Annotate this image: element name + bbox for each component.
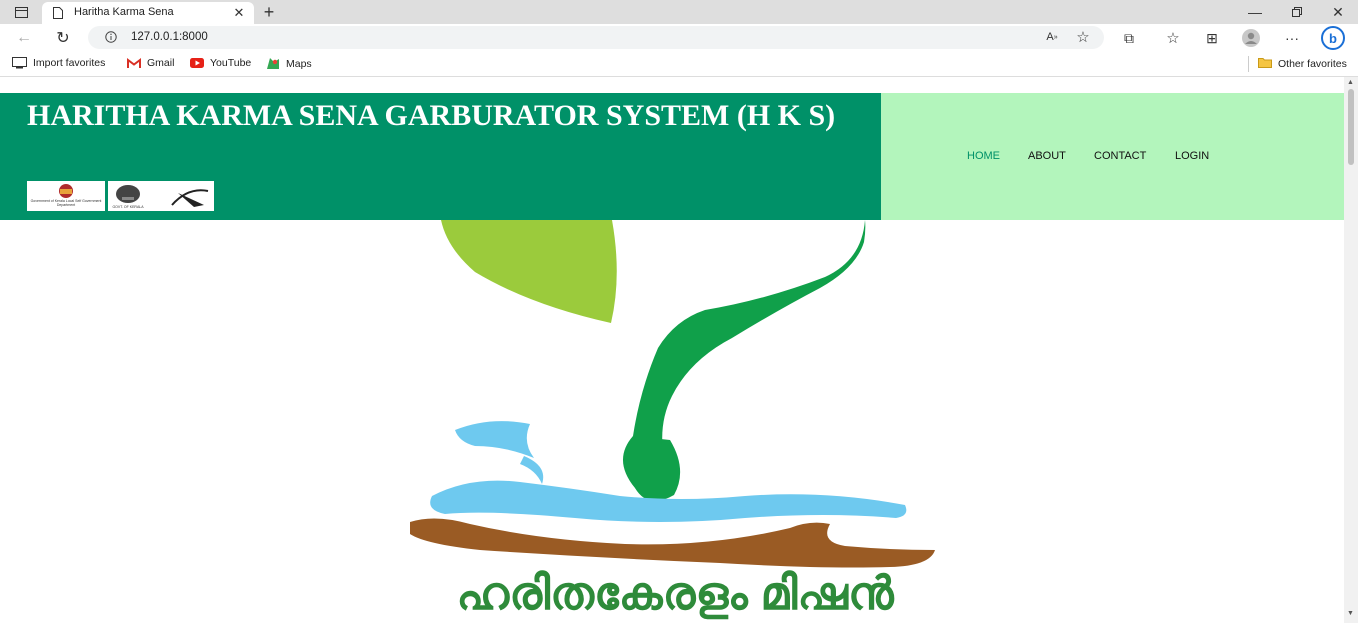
read-aloud-icon[interactable]: A» xyxy=(1043,29,1061,45)
scroll-up-arrow[interactable]: ▲ xyxy=(1347,79,1354,86)
favorites-bar: Import favorites Gmail YouTube Maps Othe… xyxy=(0,52,1358,77)
scrollbar-thumb[interactable] xyxy=(1348,89,1354,165)
minimize-icon[interactable]: — xyxy=(1245,2,1265,22)
logo-strip: Government of Kerala Local Self Governme… xyxy=(27,181,214,211)
refresh-icon[interactable]: ↻ xyxy=(53,28,73,48)
extensions-icon[interactable]: ⧉ xyxy=(1119,28,1139,48)
fav-import-label: Import favorites xyxy=(33,57,106,69)
close-icon[interactable]: ✕ xyxy=(232,5,246,20)
fav-youtube-label: YouTube xyxy=(210,57,252,69)
back-icon[interactable]: ← xyxy=(14,28,34,48)
more-icon[interactable]: ··· xyxy=(1282,28,1302,48)
fav-maps[interactable]: Maps xyxy=(266,57,312,70)
hero-malayalam-text: ഹരിതകേരളം മിഷൻ xyxy=(456,567,894,619)
svg-text:b: b xyxy=(1329,31,1337,46)
sidebar-icon[interactable] xyxy=(12,4,30,20)
browser-tab[interactable]: Haritha Karma Sena ✕ xyxy=(42,2,254,24)
haritha-keralam-logo xyxy=(410,220,935,568)
fav-import[interactable]: Import favorites xyxy=(12,57,105,69)
window-close-icon[interactable]: ✕ xyxy=(1328,2,1348,22)
fav-other[interactable]: Other favorites xyxy=(1258,57,1347,71)
folder-icon xyxy=(1258,57,1272,71)
site-nav: HOME ABOUT CONTACT LOGIN xyxy=(881,93,1344,220)
favorite-star-icon[interactable]: ☆ xyxy=(1074,28,1092,46)
nav-contact[interactable]: CONTACT xyxy=(1094,150,1146,162)
nav-about[interactable]: ABOUT xyxy=(1028,150,1066,162)
nav-home[interactable]: HOME xyxy=(967,150,1000,162)
address-bar-row: ← ↻ 127.0.0.1:8000 A» ☆ ⧉ ☆ ⊞ ··· b xyxy=(0,24,1358,52)
kerala-govt-logo-text: GOVT. OF KERALA xyxy=(112,205,144,209)
bing-icon[interactable]: b xyxy=(1320,25,1346,51)
favorites-icon[interactable]: ☆ xyxy=(1163,28,1183,48)
fav-youtube[interactable]: YouTube xyxy=(190,57,251,69)
browser-titlebar: Haritha Karma Sena ✕ + — ✕ xyxy=(0,0,1358,24)
tab-title: Haritha Karma Sena xyxy=(74,6,174,18)
collections-icon[interactable]: ⊞ xyxy=(1202,28,1222,48)
lsgd-logo-text: Government of Kerala Local Self Governme… xyxy=(30,199,102,207)
info-icon[interactable] xyxy=(104,30,118,44)
profile-icon[interactable] xyxy=(1241,28,1261,48)
nav-login[interactable]: LOGIN xyxy=(1175,150,1209,162)
restore-icon[interactable] xyxy=(1287,4,1307,20)
new-tab-icon[interactable]: + xyxy=(260,2,278,22)
fav-other-label: Other favorites xyxy=(1278,58,1347,70)
kerala-govt-logo: GOVT. OF KERALA xyxy=(108,181,214,211)
site-title: HARITHA KARMA SENA GARBURATOR SYSTEM (H … xyxy=(27,99,836,132)
page-scrollbar[interactable]: ▲ ▼ xyxy=(1344,77,1358,623)
tab-page-icon xyxy=(52,6,64,20)
fav-gmail[interactable]: Gmail xyxy=(127,57,174,69)
url-field[interactable]: 127.0.0.1:8000 A» ☆ xyxy=(88,26,1104,49)
page-viewport: HARITHA KARMA SENA GARBURATOR SYSTEM (H … xyxy=(0,77,1358,623)
favorites-divider xyxy=(1248,56,1249,72)
url-text: 127.0.0.1:8000 xyxy=(131,31,208,43)
scroll-down-arrow[interactable]: ▼ xyxy=(1347,610,1354,617)
fav-gmail-label: Gmail xyxy=(147,57,175,69)
lsgd-logo: Government of Kerala Local Self Governme… xyxy=(27,181,105,211)
site-header: HARITHA KARMA SENA GARBURATOR SYSTEM (H … xyxy=(0,93,881,220)
fav-maps-label: Maps xyxy=(286,57,312,70)
